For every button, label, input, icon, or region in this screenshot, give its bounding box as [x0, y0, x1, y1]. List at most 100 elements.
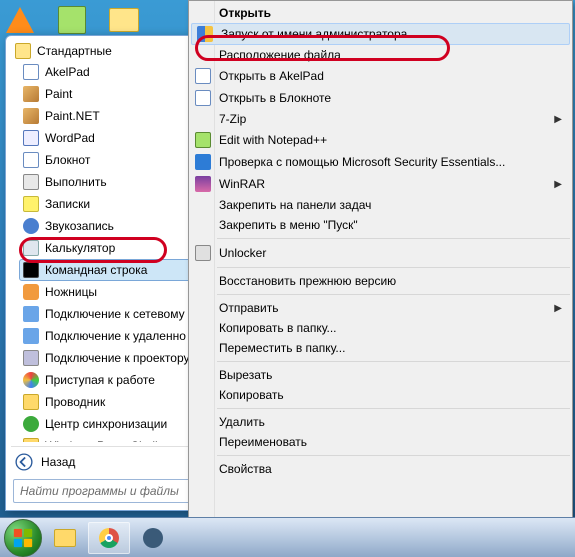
context-menu-item-label: Edit with Notepad++: [219, 133, 568, 147]
context-menu-item-21[interactable]: Копировать: [189, 385, 572, 405]
context-menu-item-16[interactable]: Отправить▶: [189, 298, 572, 318]
context-menu-separator: [217, 294, 570, 295]
context-menu-item-6[interactable]: Edit with Notepad++: [189, 129, 572, 151]
explorer-icon: [23, 394, 39, 410]
context-menu-separator: [217, 361, 570, 362]
program-item-label: Ножницы: [45, 285, 97, 299]
rar-icon: [193, 176, 213, 192]
program-item-label: Paint: [45, 87, 72, 101]
taskbar-explorer[interactable]: [44, 522, 86, 554]
context-menu-item-label: Восстановить прежнюю версию: [219, 274, 568, 288]
shield-icon: [195, 26, 215, 42]
mse-icon: [193, 154, 213, 170]
context-menu-item-label: Закрепить на панели задач: [219, 198, 568, 212]
npp-icon: [193, 132, 213, 148]
context-menu-items: ОткрытьЗапуск от имени администратораРас…: [215, 1, 572, 529]
context-menu-item-label: Отправить: [219, 301, 554, 315]
context-menu: Открыть Запуск от имени администратора Рас…: [188, 0, 573, 530]
taskbar-steam[interactable]: [132, 522, 174, 554]
vlc-icon[interactable]: [4, 4, 36, 36]
program-item-label: Блокнот: [45, 153, 90, 167]
program-item-label: Windows PowerShell: [45, 439, 158, 442]
context-menu-separator: [217, 455, 570, 456]
context-menu-item-3[interactable]: Открыть в AkelPad: [189, 65, 572, 87]
notepadpp-icon[interactable]: [56, 4, 88, 36]
context-menu-item-24[interactable]: Переименовать: [189, 432, 572, 452]
back-label: Назад: [41, 455, 75, 469]
program-item-label: Выполнить: [45, 175, 107, 189]
context-menu-item-10[interactable]: Закрепить в меню "Пуск": [189, 215, 572, 235]
submenu-arrow-icon: ▶: [554, 303, 568, 314]
search-placeholder: Найти программы и файлы: [20, 484, 179, 498]
context-menu-item-23[interactable]: Удалить: [189, 412, 572, 432]
context-menu-item-20[interactable]: Вырезать: [189, 365, 572, 385]
lock-icon: [193, 245, 213, 261]
sync-icon: [23, 416, 39, 432]
context-menu-separator: [217, 267, 570, 268]
context-menu-item-26[interactable]: Свойства: [189, 459, 572, 479]
context-menu-item-label: Копировать в папку...: [219, 321, 568, 335]
context-menu-item-0[interactable]: Открыть: [189, 3, 572, 23]
notepad-icon: [23, 64, 39, 80]
context-menu-item-label: Копировать: [219, 388, 568, 402]
context-menu-item-14[interactable]: Восстановить прежнюю версию: [189, 271, 572, 291]
context-menu-item-2[interactable]: Расположение файла: [189, 45, 572, 65]
context-menu-item-label: Закрепить в меню "Пуск": [219, 218, 568, 232]
paint-icon: [23, 108, 39, 124]
context-menu-item-label: Unlocker: [219, 246, 568, 260]
start-icon: [23, 372, 39, 388]
folder-open-icon: [15, 43, 31, 59]
context-menu-item-label: Переименовать: [219, 435, 568, 449]
context-menu-item-label: 7-Zip: [219, 112, 554, 126]
folder-icon[interactable]: [108, 4, 140, 36]
program-item-label: Приступая к работе: [45, 373, 155, 387]
context-menu-item-18[interactable]: Переместить в папку...: [189, 338, 572, 358]
program-item-label: Подключение к проектору: [45, 351, 190, 365]
context-menu-item-label: Расположение файла: [219, 48, 568, 62]
context-menu-item-12[interactable]: Unlocker: [189, 242, 572, 264]
context-menu-item-label: Открыть в AkelPad: [219, 69, 568, 83]
cmd-icon: [23, 262, 39, 278]
program-item-label: Подключение к сетевому: [45, 307, 185, 321]
calc-icon: [23, 240, 39, 256]
context-menu-item-17[interactable]: Копировать в папку...: [189, 318, 572, 338]
context-menu-item-label: Удалить: [219, 415, 568, 429]
context-menu-item-label: Вырезать: [219, 368, 568, 382]
program-item-label: Центр синхронизации: [45, 417, 167, 431]
submenu-arrow-icon: ▶: [554, 114, 568, 125]
context-menu-item-7[interactable]: Проверка с помощью Microsoft Security Es…: [189, 151, 572, 173]
context-menu-separator: [217, 408, 570, 409]
notepad-icon: [193, 68, 213, 84]
context-menu-item-4[interactable]: Открыть в Блокноте: [189, 87, 572, 109]
net-icon: [23, 328, 39, 344]
program-item-label: Калькулятор: [45, 241, 115, 255]
program-item-label: Командная строка: [45, 263, 147, 277]
paint-icon: [23, 86, 39, 102]
submenu-arrow-icon: ▶: [554, 179, 568, 190]
program-item-label: Звукозапись: [45, 219, 114, 233]
program-item-label: AkelPad: [45, 65, 90, 79]
start-button[interactable]: [4, 519, 42, 557]
snd-icon: [23, 218, 39, 234]
context-menu-item-1[interactable]: Запуск от имени администратора: [191, 23, 570, 45]
taskbar-chrome[interactable]: [88, 522, 130, 554]
context-menu-item-5[interactable]: 7-Zip▶: [189, 109, 572, 129]
context-menu-item-label: Проверка с помощью Microsoft Security Es…: [219, 155, 568, 169]
wordpad-icon: [23, 130, 39, 146]
program-item-label: Подключение к удаленно: [45, 329, 186, 343]
program-item-label: Paint.NET: [45, 109, 100, 123]
context-menu-item-label: Запуск от имени администратора: [221, 27, 566, 41]
context-menu-item-9[interactable]: Закрепить на панели задач: [189, 195, 572, 215]
back-arrow-icon: [15, 453, 33, 471]
context-menu-item-label: Свойства: [219, 462, 568, 476]
sticky-icon: [23, 196, 39, 212]
run-icon: [23, 174, 39, 190]
taskbar: [0, 517, 575, 557]
notepad-icon: [23, 152, 39, 168]
net-icon: [23, 306, 39, 322]
desktop-icons: [4, 4, 140, 36]
context-menu-item-label: Переместить в папку...: [219, 341, 568, 355]
notepad-icon: [193, 90, 213, 106]
program-item-label: Проводник: [45, 395, 105, 409]
context-menu-item-8[interactable]: WinRAR▶: [189, 173, 572, 195]
